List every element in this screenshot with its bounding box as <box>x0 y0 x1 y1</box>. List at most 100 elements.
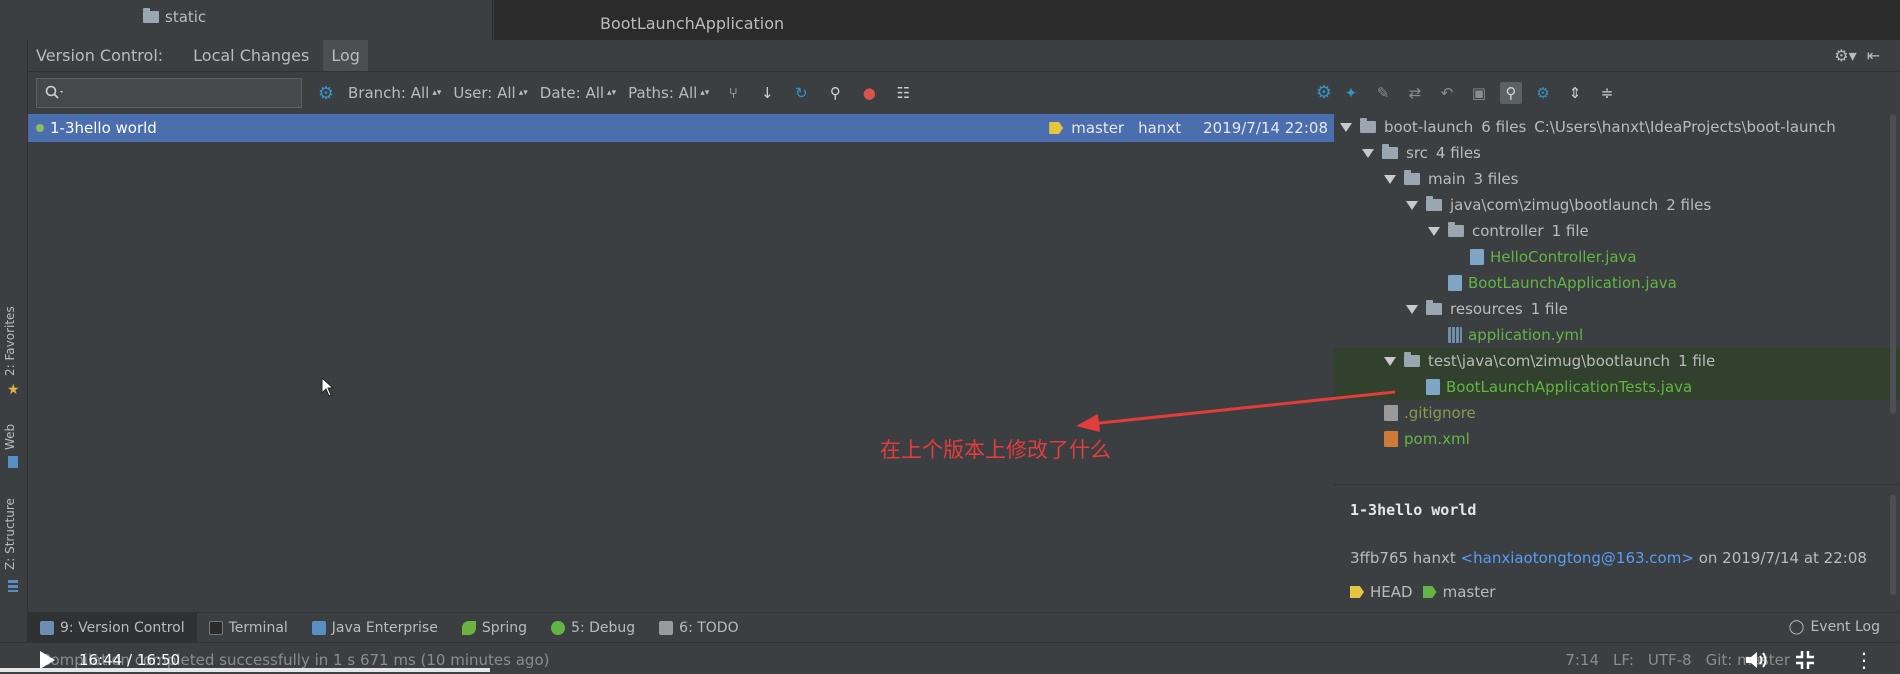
tree-row-application-yml[interactable]: application.yml <box>1334 322 1900 348</box>
commit-message: 1-3hello world <box>50 119 157 137</box>
tab-java-enterprise[interactable]: Java Enterprise <box>300 613 450 643</box>
tree-row-src[interactable]: src 4 files <box>1334 140 1900 166</box>
tree-label: .gitignore <box>1404 404 1476 422</box>
tree-item-static[interactable]: static <box>143 8 206 26</box>
tree-label: BootLaunchApplication.java <box>1468 274 1677 292</box>
refresh-icon[interactable]: ↻ <box>791 83 811 103</box>
changes-toolbar: ✦ ✎ ⇄ ↶ ▣ ⚲ ⚙ ⇕ ≑ <box>1334 72 1900 114</box>
zoom-icon[interactable]: ⚲ <box>825 83 845 103</box>
exit-fullscreen-icon[interactable] <box>1794 649 1816 671</box>
java-enterprise-icon <box>311 620 326 635</box>
tree-row-test[interactable]: test\java\com\zimug\bootlaunch 1 file <box>1334 348 1900 374</box>
tab-spring[interactable]: Spring <box>450 613 539 643</box>
tree-count: 1 file <box>1678 352 1716 370</box>
folder-icon <box>1404 170 1420 185</box>
branch-graph-icon[interactable]: ⑂ <box>723 83 743 103</box>
tree-item-label: static <box>165 8 207 26</box>
cherry-pick-icon[interactable]: ● <box>859 83 879 103</box>
tab-terminal[interactable]: Terminal <box>197 613 300 643</box>
tab-web[interactable]: Web <box>3 424 17 450</box>
tree-label: BootLaunchApplicationTests.java <box>1446 378 1693 396</box>
web-icon <box>8 456 18 468</box>
details-scrollbar[interactable] <box>1890 495 1896 595</box>
tree-row-root[interactable]: boot-launch 6 files C:\Users\hanxt\IdeaP… <box>1334 114 1900 140</box>
tree-count: 4 files <box>1435 144 1481 162</box>
chevron-down-icon <box>1428 226 1440 236</box>
tree-label: resources <box>1450 300 1523 318</box>
play-button[interactable] <box>40 651 55 669</box>
pin-icon[interactable]: ✦ <box>1340 82 1362 104</box>
tab-version-control[interactable]: 9: Version Control <box>28 612 197 643</box>
project-tree-remnant: static <box>28 0 493 40</box>
panel-title: Version Control: <box>36 46 164 65</box>
chevron-down-icon <box>1384 174 1396 184</box>
tab-local-changes[interactable]: Local Changes <box>185 40 317 71</box>
volume-icon[interactable] <box>1744 649 1770 671</box>
tab-debug[interactable]: 5: Debug <box>539 613 647 643</box>
tree-row-hello-controller[interactable]: HelloController.java <box>1334 244 1900 270</box>
folder-icon <box>1382 144 1398 159</box>
tree-label: boot-launch <box>1384 118 1474 136</box>
version-control-header: Version Control: Local Changes Log ⚙▾ ⇤ <box>28 40 1900 72</box>
commit-row[interactable]: 1-3hello world master hanxt 2019/7/14 22… <box>28 114 1334 142</box>
settings-gear-icon[interactable]: ⚙ <box>1314 82 1334 103</box>
tree-scrollbar[interactable] <box>1890 114 1896 414</box>
arrow-down-icon[interactable]: ↓ <box>757 83 777 103</box>
folder-icon <box>143 8 159 23</box>
compare-icon[interactable]: ⇄ <box>1404 82 1426 104</box>
expand-all-icon[interactable]: ⇕ <box>1564 82 1586 104</box>
video-progress-bar[interactable] <box>0 668 490 672</box>
annotation-text: 在上个版本上修改了什么 <box>880 438 1111 462</box>
ref-master: master <box>1442 583 1496 601</box>
revert-icon[interactable]: ↶ <box>1436 82 1458 104</box>
settings-gear-icon[interactable]: ⚙ <box>316 83 336 104</box>
chevron-down-icon <box>1384 356 1396 366</box>
tag-icon <box>1049 122 1064 134</box>
date-filter[interactable]: Date: All <box>540 84 604 102</box>
changed-files-tree: boot-launch 6 files C:\Users\hanxt\IdeaP… <box>1334 114 1900 484</box>
log-search-input[interactable] <box>36 78 302 108</box>
tree-count: 3 files <box>1473 170 1519 188</box>
tree-row-java[interactable]: java\com\zimug\bootlaunch 2 files <box>1334 192 1900 218</box>
collapse-all-icon[interactable]: ≑ <box>1596 82 1618 104</box>
editor-area: BootLaunchApplication <box>494 0 1900 40</box>
paths-filter[interactable]: Paths: All <box>628 84 697 102</box>
event-log-label: Event Log <box>1810 619 1880 635</box>
tag-icon <box>1422 586 1437 598</box>
tab-log[interactable]: Log <box>323 40 368 71</box>
tree-row-gitignore[interactable]: .gitignore <box>1334 400 1900 426</box>
details-meta: 3ffb765 hanxt <hanxiaotongtong@163.com> … <box>1350 549 1867 567</box>
intellisort-icon[interactable]: ☷ <box>893 83 913 103</box>
branch-filter[interactable]: Branch: All <box>348 84 429 102</box>
settings-gear-icon[interactable]: ⚙ <box>1532 82 1554 104</box>
terminal-icon <box>208 620 223 635</box>
hide-panel-icon[interactable]: ⇤ <box>1867 46 1880 65</box>
tree-row-controller[interactable]: controller 1 file <box>1334 218 1900 244</box>
settings-gear-icon[interactable]: ⚙▾ <box>1834 46 1856 65</box>
commit-branch: master <box>1071 119 1125 137</box>
tree-row-main[interactable]: main 3 files <box>1334 166 1900 192</box>
tree-label: src <box>1406 144 1428 162</box>
tree-row-boot-app[interactable]: BootLaunchApplication.java <box>1334 270 1900 296</box>
diff-icon[interactable]: ▣ <box>1468 82 1490 104</box>
tab-web-label: Web <box>3 423 17 450</box>
search-icon <box>45 85 63 99</box>
tree-row-pom[interactable]: pom.xml <box>1334 426 1900 452</box>
version-control-icon <box>40 620 54 635</box>
tab-structure[interactable]: Z: Structure <box>3 498 17 570</box>
text-file-icon <box>1384 405 1398 421</box>
edit-source-icon[interactable]: ✎ <box>1372 82 1394 104</box>
commit-date: 2019/7/14 22:08 <box>1203 119 1328 137</box>
tab-favorites[interactable]: 2: Favorites <box>3 306 17 376</box>
tab-todo[interactable]: 6: TODO <box>647 613 750 643</box>
details-date: on 2019/7/14 at 22:08 <box>1698 549 1867 567</box>
preview-diff-icon[interactable]: ⚲ <box>1500 82 1522 104</box>
event-log-button[interactable]: ◯ Event Log <box>1789 619 1880 635</box>
tree-row-resources[interactable]: resources 1 file <box>1334 296 1900 322</box>
user-filter[interactable]: User: All <box>453 84 515 102</box>
more-options-icon[interactable]: ⋮ <box>1854 648 1874 672</box>
chevron-updown-icon: ▴▾ <box>700 88 710 98</box>
tree-row-boot-app-tests[interactable]: BootLaunchApplicationTests.java <box>1334 374 1900 400</box>
tree-count: 6 files <box>1481 118 1527 136</box>
author-email-link[interactable]: <hanxiaotongtong@163.com> <box>1461 549 1694 567</box>
